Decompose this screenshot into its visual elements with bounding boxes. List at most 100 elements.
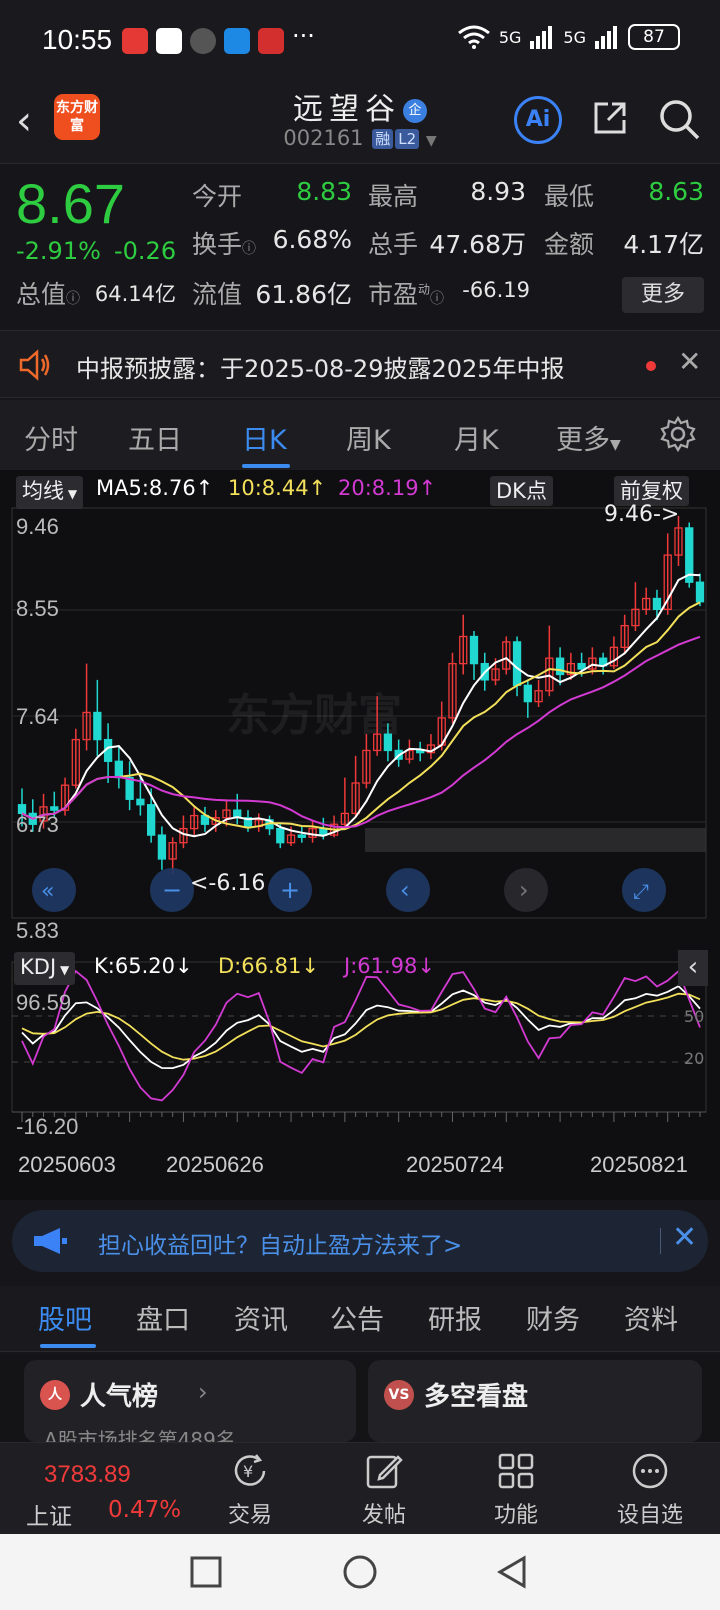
- candle-body: [555, 657, 565, 676]
- volume-value: 47.68万: [429, 230, 526, 259]
- functions-label: 功能: [493, 1503, 538, 1528]
- kdj-selector[interactable]: KDJ ▼: [14, 952, 76, 985]
- dropdown-icon: ▼: [56, 963, 70, 977]
- scroll-right-button[interactable]: ›: [504, 868, 548, 912]
- add-watchlist-label: 设自选: [616, 1503, 683, 1528]
- status-app-icons: [122, 28, 284, 54]
- candle-body: [125, 776, 134, 800]
- app-notification-icon: [122, 28, 148, 54]
- tab-weekly-k[interactable]: 周K: [346, 418, 391, 457]
- grid-icon: [498, 1453, 534, 1489]
- date-tick-label: 20250724: [406, 1152, 504, 1177]
- promo-text: 担心收益回吐？自动止盈方法来了>: [98, 1233, 463, 1259]
- y-tick-label: 6.73: [16, 812, 59, 837]
- current-price: 8.67: [16, 172, 125, 235]
- candle-body: [695, 581, 705, 603]
- yuan-cycle-icon: ¥: [234, 1454, 266, 1486]
- index-name: 上证: [26, 1504, 72, 1530]
- close-icon[interactable]: ✕: [678, 345, 701, 378]
- active-tab-indicator: [40, 1344, 96, 1348]
- post-button[interactable]: 发帖: [334, 1451, 434, 1529]
- status-time: 10:55: [42, 24, 113, 55]
- tab-news[interactable]: 资讯: [234, 1298, 288, 1337]
- y-tick-label: 7.64: [16, 704, 59, 729]
- more-notifications-icon: ···: [292, 22, 315, 50]
- close-icon[interactable]: ✕: [672, 1220, 697, 1255]
- tab-daily-k[interactable]: 日K: [242, 418, 287, 457]
- tab-forum[interactable]: 股吧: [38, 1298, 92, 1337]
- back-nav-icon[interactable]: [492, 1552, 532, 1592]
- amount-value: 4.17亿: [623, 230, 704, 259]
- index-percent: 0.47%: [108, 1497, 182, 1523]
- divider: [660, 1228, 661, 1254]
- zoom-in-button[interactable]: +: [268, 868, 312, 912]
- app-notification-icon: [156, 28, 182, 54]
- change-amount: -0.26: [114, 237, 177, 265]
- share-icon[interactable]: [590, 98, 630, 138]
- long-short-card[interactable]: VS 多空看盘: [368, 1360, 702, 1442]
- watermark: 东方财富: [226, 690, 402, 741]
- level2-tag: L2: [395, 129, 420, 149]
- add-watchlist-button[interactable]: 设自选: [600, 1451, 700, 1529]
- turnover-value: 6.68%: [272, 225, 352, 254]
- tab-profile[interactable]: 资料: [624, 1298, 678, 1337]
- scroll-left-fast-button[interactable]: «: [32, 868, 76, 912]
- tab-financials[interactable]: 财务: [526, 1298, 580, 1337]
- turnover-label-text: 换手: [192, 230, 243, 259]
- tab-five-day[interactable]: 五日: [128, 418, 182, 457]
- candle-body: [297, 834, 306, 838]
- candle-body: [136, 798, 145, 806]
- tab-intraday[interactable]: 分时: [24, 418, 78, 457]
- tab-orderbook[interactable]: 盘口: [136, 1298, 190, 1337]
- promo-banner[interactable]: 担心收益回吐？自动止盈方法来了> ✕: [12, 1210, 708, 1272]
- recents-icon[interactable]: [186, 1552, 226, 1592]
- search-icon[interactable]: [656, 96, 702, 142]
- chevron-left-icon: ‹: [400, 876, 410, 904]
- speaker-icon: [19, 349, 50, 381]
- zoom-out-button[interactable]: −: [150, 868, 194, 912]
- active-tab-indicator: [242, 464, 290, 468]
- high-value: 8.93: [470, 177, 526, 206]
- stock-code-text: 002161: [283, 126, 364, 150]
- more-quote-button[interactable]: 更多: [622, 277, 704, 313]
- collapse-panel-button[interactable]: ‹: [678, 950, 708, 986]
- ai-button[interactable]: Ai: [514, 96, 562, 144]
- j-legend: J:61.98↓: [344, 954, 435, 978]
- gear-icon[interactable]: [660, 416, 696, 452]
- trade-label: 交易: [227, 1503, 272, 1528]
- y-tick-label: 9.46: [16, 514, 59, 539]
- popularity-card[interactable]: 人 人气榜 › A股市场排名第489名: [24, 1360, 356, 1452]
- info-icon[interactable]: ⓘ: [66, 291, 80, 307]
- functions-button[interactable]: 功能: [466, 1451, 566, 1529]
- stock-header: ‹ 东方财富 远望谷企 002161 融 L2 ▼ Ai: [0, 82, 720, 164]
- candle-body: [276, 827, 285, 844]
- high-label: 最高: [368, 182, 419, 211]
- float-value: 61.86亿: [255, 280, 352, 309]
- info-icon[interactable]: ⓘ: [242, 241, 256, 257]
- home-icon[interactable]: [340, 1552, 380, 1592]
- open-label: 今开: [192, 182, 243, 211]
- date-tick-label: 20250626: [166, 1152, 264, 1177]
- app-notification-icon: [224, 28, 250, 54]
- signal-icon: [530, 26, 553, 49]
- candle-body: [114, 760, 124, 779]
- more-circle-icon: [632, 1453, 668, 1489]
- scroll-left-button[interactable]: ‹: [386, 868, 430, 912]
- app-notification-icon: [258, 28, 284, 54]
- tab-announcements[interactable]: 公告: [330, 1298, 384, 1337]
- candle-body: [577, 662, 586, 670]
- chart-svg[interactable]: 东方财富 « − + ‹ › ⤢ <-6.16 9.46-> 80 50 20: [0, 470, 720, 1200]
- tab-research[interactable]: 研报: [428, 1298, 482, 1337]
- index-value: 3783.89: [44, 1461, 131, 1488]
- info-icon[interactable]: ⓘ: [430, 291, 444, 307]
- trade-button[interactable]: ¥ 交易: [200, 1451, 300, 1529]
- change-percent: -2.91%: [16, 237, 101, 265]
- candle-body: [93, 711, 102, 741]
- notice-bar[interactable]: 中报预披露：于2025-08-29披露2025年中报 ✕: [0, 330, 720, 398]
- tab-more[interactable]: 更多▼: [556, 418, 621, 457]
- status-bar: 10:55 ··· 5G 5G 87: [0, 0, 720, 82]
- network-5g-label: 5G: [498, 27, 522, 47]
- kdj-min-label: -16.20: [16, 1114, 79, 1139]
- tab-monthly-k[interactable]: 月K: [454, 418, 499, 457]
- fullscreen-button[interactable]: ⤢: [622, 868, 666, 912]
